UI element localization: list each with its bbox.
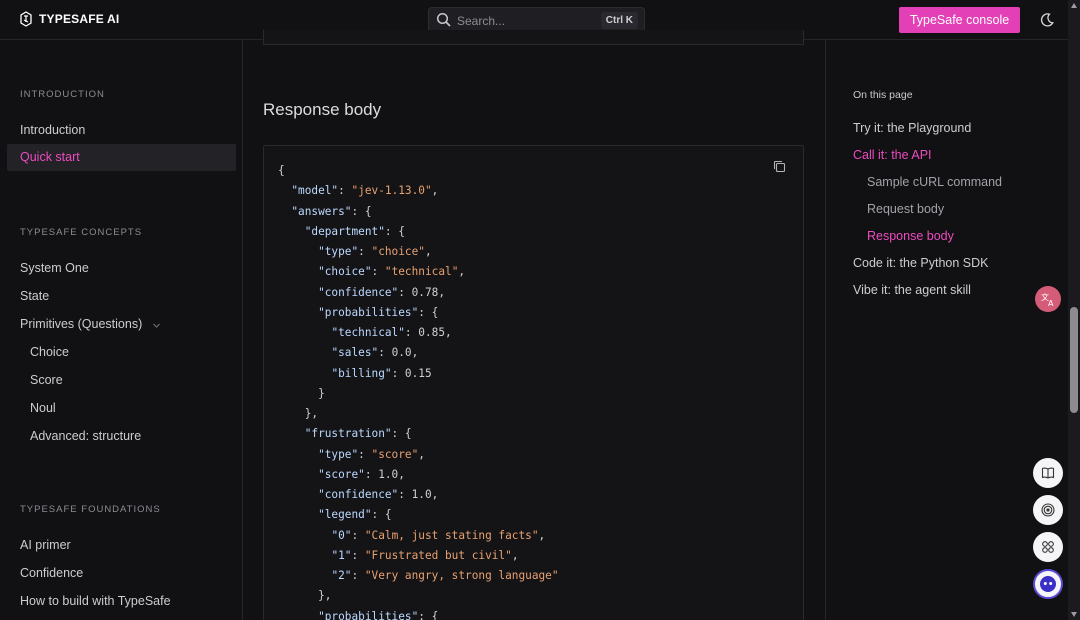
translate-icon[interactable]: 文 A bbox=[1035, 286, 1061, 312]
broadcast-icon[interactable] bbox=[1033, 495, 1063, 525]
sidebar-item-state[interactable]: State bbox=[20, 289, 49, 303]
scroll-down-arrow-icon[interactable] bbox=[1071, 612, 1077, 617]
toc-item-playground[interactable]: Try it: the Playground bbox=[853, 121, 971, 135]
apps-grid-icon[interactable] bbox=[1033, 532, 1063, 562]
section-heading: Response body bbox=[263, 100, 382, 119]
search-shortcut-badge: Ctrl K bbox=[600, 12, 638, 29]
sidebar-item-system-one[interactable]: System One bbox=[20, 261, 89, 275]
code-department-choice: technical bbox=[391, 265, 452, 279]
chevron-down-icon[interactable] bbox=[152, 321, 161, 330]
code-prob-sales: 0.0 bbox=[391, 346, 412, 360]
sidebar-item-choice[interactable]: Choice bbox=[30, 345, 69, 359]
scroll-up-arrow-icon[interactable] bbox=[1071, 3, 1077, 8]
sidebar-item-score[interactable]: Score bbox=[30, 373, 63, 387]
sidebar-item-label: Quick start bbox=[20, 150, 80, 164]
toc-item-agent-skill[interactable]: Vibe it: the agent skill bbox=[853, 283, 971, 297]
logo[interactable]: TYPESAFE AI bbox=[19, 11, 119, 27]
sidebar-section-introduction: INTRODUCTION bbox=[20, 89, 105, 100]
code-department-confidence: 0.78 bbox=[411, 285, 439, 299]
code-prob-billing: 0.15 bbox=[404, 366, 432, 380]
toc-title: On this page bbox=[853, 89, 913, 101]
sidebar-item-advanced-structure[interactable]: Advanced: structure bbox=[30, 429, 141, 443]
scrollbar-thumb[interactable] bbox=[1070, 307, 1078, 413]
page-scrollbar[interactable] bbox=[1068, 0, 1080, 620]
code-legend-1: Frustrated but civil bbox=[371, 548, 506, 562]
sidebar-item-confidence[interactable]: Confidence bbox=[20, 566, 83, 580]
previous-code-block bbox=[263, 30, 804, 45]
svg-text:A: A bbox=[1048, 299, 1054, 307]
sidebar-navigation: INTRODUCTION Introduction Quick start TY… bbox=[0, 40, 243, 620]
sidebar-section-concepts: TYPESAFE CONCEPTS bbox=[20, 227, 143, 238]
sidebar-item-how-to-build[interactable]: How to build with TypeSafe bbox=[20, 594, 171, 608]
toc-item-request-body[interactable]: Request body bbox=[867, 202, 944, 216]
sidebar-item-ai-primer[interactable]: AI primer bbox=[20, 538, 71, 552]
code-frustration-score: 1.0 bbox=[378, 467, 399, 481]
typesafe-console-button[interactable]: TypeSafe console bbox=[899, 7, 1020, 33]
sidebar-item-quick-start[interactable]: Quick start bbox=[7, 144, 236, 171]
copy-icon[interactable] bbox=[773, 160, 786, 173]
moon-icon[interactable] bbox=[1039, 12, 1055, 28]
sidebar-section-foundations: TYPESAFE FOUNDATIONS bbox=[20, 504, 161, 515]
table-of-contents: On this page Try it: the Playground Call… bbox=[825, 40, 1068, 620]
logo-text: TYPESAFE AI bbox=[39, 12, 120, 26]
json-response-code: { "model": "jev-1.13.0", "answers": { "d… bbox=[278, 164, 559, 620]
sidebar-item-noul[interactable]: Noul bbox=[30, 401, 56, 415]
code-block: { "model": "jev-1.13.0", "answers": { "d… bbox=[263, 145, 804, 620]
search-icon bbox=[436, 12, 451, 27]
typesafe-logo-icon bbox=[20, 11, 32, 27]
toc-item-python-sdk[interactable]: Code it: the Python SDK bbox=[853, 256, 989, 270]
main-content: Response body { "model": "jev-1.13.0", "… bbox=[243, 30, 825, 620]
toc-item-response-body[interactable]: Response body bbox=[867, 229, 954, 243]
code-frustration-type: score bbox=[378, 447, 412, 461]
toc-item-sample-curl[interactable]: Sample cURL command bbox=[867, 175, 1002, 189]
code-prob-technical: 0.85 bbox=[418, 326, 445, 339]
code-department-type: choice bbox=[378, 245, 419, 258]
code-legend-2: Very angry, strong language bbox=[371, 569, 552, 582]
code-legend-0: Calm, just stating facts bbox=[371, 528, 532, 542]
code-model-value: jev-1.13.0 bbox=[358, 184, 425, 198]
chat-assistant-icon[interactable] bbox=[1033, 569, 1063, 599]
book-icon[interactable] bbox=[1033, 458, 1063, 488]
search-placeholder: Search... bbox=[457, 14, 506, 28]
code-frustration-confidence: 1.0 bbox=[411, 488, 432, 501]
sidebar-item-primitives[interactable]: Primitives (Questions) bbox=[20, 317, 142, 331]
toc-item-call-api[interactable]: Call it: the API bbox=[853, 148, 932, 162]
sidebar-item-introduction[interactable]: Introduction bbox=[20, 123, 85, 137]
